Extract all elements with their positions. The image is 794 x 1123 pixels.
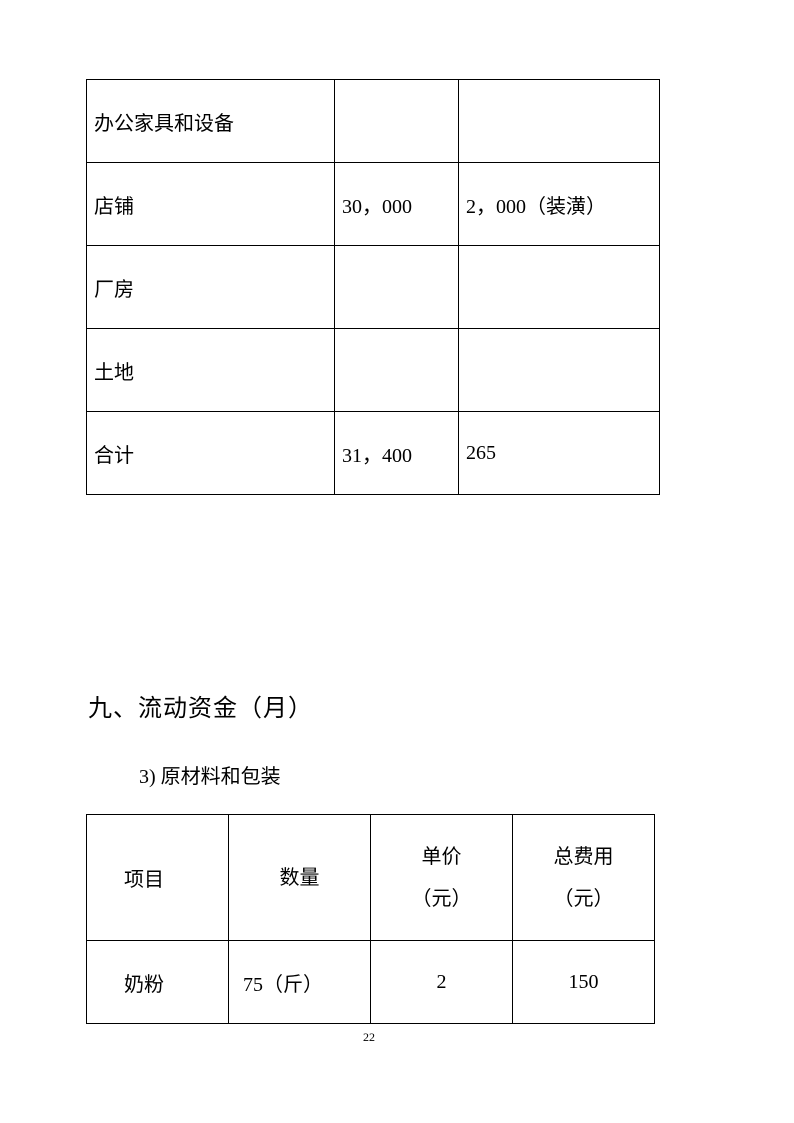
cell-value [334, 79, 459, 163]
materials-table: 项目 数量 单价 （元） 总费用 （元） 奶粉 75（斤） 2 150 [86, 814, 655, 1024]
cell-item: 办公家具和设备 [86, 79, 335, 163]
cell-value: 30，000 [334, 162, 459, 246]
table-row: 奶粉 75（斤） 2 150 [86, 940, 655, 1024]
cell-item: 店铺 [86, 162, 335, 246]
cell-unit-price: 2 [370, 940, 513, 1024]
cell-value [458, 328, 660, 412]
cell-item: 土地 [86, 328, 335, 412]
cell-value: 2，000（装潢） [458, 162, 660, 246]
cell-value [334, 245, 459, 329]
cell-value [334, 328, 459, 412]
header-item: 项目 [86, 814, 229, 941]
cell-value [458, 245, 660, 329]
cell-total: 150 [512, 940, 655, 1024]
header-quantity: 数量 [228, 814, 371, 941]
section-heading: 九、流动资金（月） [88, 696, 313, 722]
page-number: 22 [363, 1030, 375, 1044]
table-row: 土地 [86, 328, 660, 412]
fixed-assets-table: 办公家具和设备 店铺 30，000 2，000（装潢） 厂房 土地 合计 31，… [86, 79, 660, 495]
header-total: 总费用 （元） [512, 814, 655, 941]
cell-quantity: 75（斤） [228, 940, 371, 1024]
table-row: 厂房 [86, 245, 660, 329]
cell-value: 31，400 [334, 411, 459, 495]
cell-item: 厂房 [86, 245, 335, 329]
table-header-row: 项目 数量 单价 （元） 总费用 （元） [86, 814, 655, 941]
cell-item: 合计 [86, 411, 335, 495]
cell-value [458, 79, 660, 163]
cell-value: 265 [458, 411, 660, 495]
table-row-total: 合计 31，400 265 [86, 411, 660, 495]
table-row: 办公家具和设备 [86, 79, 660, 163]
table-row: 店铺 30，000 2，000（装潢） [86, 162, 660, 246]
cell-item: 奶粉 [86, 940, 229, 1024]
section-subheading: 3) 原材料和包装 [139, 766, 281, 788]
header-unit-price: 单价 （元） [370, 814, 513, 941]
